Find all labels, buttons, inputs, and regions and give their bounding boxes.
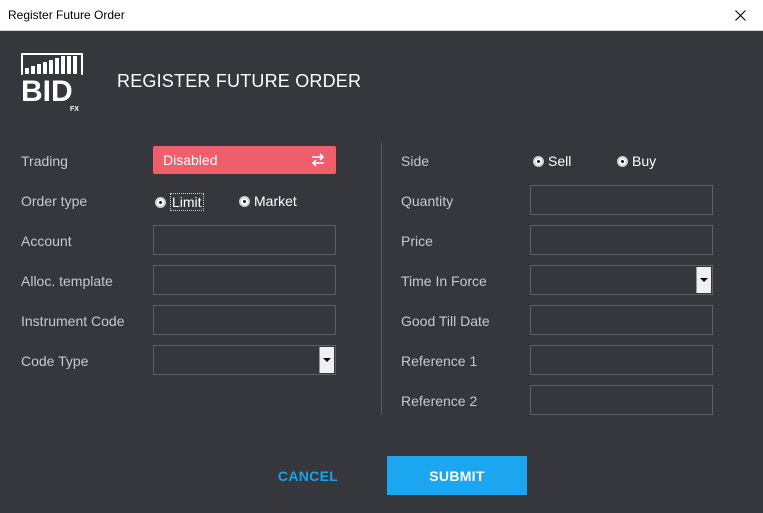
window-close-button[interactable] [717, 0, 763, 31]
price-input[interactable] [530, 225, 713, 255]
close-icon [734, 10, 746, 21]
account-input[interactable] [153, 225, 336, 255]
side-buy-label: Buy [632, 153, 657, 169]
alloc-template-label: Alloc. template [21, 273, 113, 289]
radio-button-icon [155, 196, 166, 208]
chevron-down-icon [700, 278, 708, 282]
alloc-template-input[interactable] [153, 265, 336, 295]
trading-toggle-value: Disabled [163, 152, 218, 168]
code-type-select[interactable] [153, 345, 336, 375]
svg-text:FX: FX [70, 106, 79, 113]
good-till-date-label: Good Till Date [401, 313, 490, 329]
reference2-input[interactable] [530, 385, 713, 415]
order-type-market-label: Market [254, 193, 297, 209]
time-in-force-label: Time In Force [401, 273, 487, 289]
cancel-button[interactable]: CANCEL [272, 458, 344, 494]
order-type-label: Order type [21, 193, 88, 209]
trading-toggle[interactable]: Disabled [153, 146, 336, 174]
radio-button-icon [617, 155, 628, 167]
chevron-down-icon [323, 358, 331, 362]
svg-text:BID: BID [21, 75, 73, 108]
side-sell-label: Sell [548, 153, 572, 169]
swap-arrows-icon [311, 153, 325, 167]
account-label: Account [21, 233, 72, 249]
instrument-code-input[interactable] [153, 305, 336, 335]
instrument-code-label: Instrument Code [21, 313, 125, 329]
reference1-label: Reference 1 [401, 353, 478, 369]
time-in-force-select[interactable] [530, 265, 713, 295]
code-type-dropdown-button[interactable] [319, 347, 334, 373]
price-label: Price [401, 233, 433, 249]
quantity-label: Quantity [401, 193, 454, 209]
reference1-input[interactable] [530, 345, 713, 375]
bidfx-logo: BID FX [21, 53, 83, 113]
trading-label: Trading [21, 153, 68, 169]
window-titlebar: Register Future Order [0, 0, 763, 31]
window-title: Register Future Order [8, 8, 125, 22]
side-buy-radio[interactable]: Buy [617, 153, 656, 169]
order-type-market-radio[interactable]: Market [239, 193, 297, 209]
side-label: Side [401, 153, 430, 169]
code-type-label: Code Type [21, 353, 89, 369]
column-divider [381, 143, 382, 415]
quantity-input[interactable] [530, 185, 713, 215]
side-sell-radio[interactable]: Sell [533, 153, 571, 169]
submit-button[interactable]: SUBMIT [387, 456, 527, 495]
radio-button-icon [239, 195, 250, 207]
order-type-limit-label: Limit [170, 193, 204, 211]
good-till-date-input[interactable] [530, 305, 713, 335]
order-type-limit-radio[interactable]: Limit [155, 193, 204, 211]
reference2-label: Reference 2 [401, 393, 478, 409]
time-in-force-dropdown-button[interactable] [696, 267, 711, 293]
radio-button-icon [533, 155, 544, 167]
page-title: REGISTER FUTURE ORDER [117, 71, 362, 91]
